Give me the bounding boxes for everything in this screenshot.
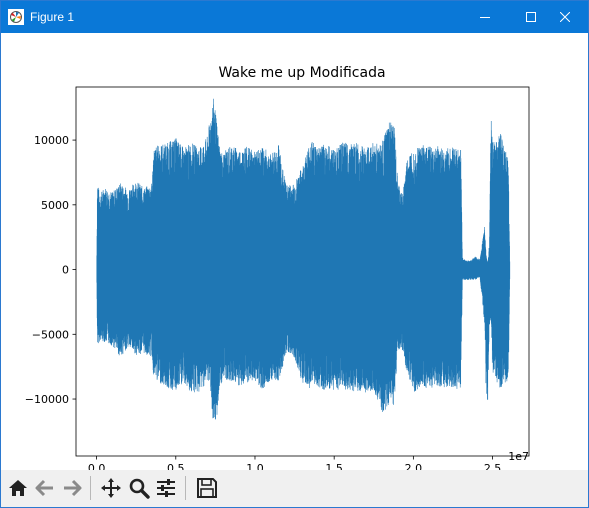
move-icon xyxy=(100,478,121,498)
waveform-line xyxy=(96,98,511,420)
zoom-button[interactable] xyxy=(125,474,152,502)
x-tick-label: 0.5 xyxy=(167,462,185,470)
magnifier-icon xyxy=(129,478,150,499)
x-tick-label: 2.5 xyxy=(484,462,502,470)
pan-button[interactable] xyxy=(97,474,124,502)
x-tick-label: 0.0 xyxy=(88,462,106,470)
close-icon xyxy=(560,12,570,22)
maximize-icon xyxy=(526,12,536,22)
matplotlib-icon xyxy=(8,9,24,25)
chart: Wake me up Modificada 0.0 0.5 1.0 1.5 2.0 2.5… xyxy=(25,65,530,470)
arrow-right-icon xyxy=(63,479,81,497)
forward-button[interactable] xyxy=(58,474,85,502)
close-button[interactable] xyxy=(542,1,588,33)
figure-canvas[interactable]: Wake me up Modificada 0.0 0.5 1.0 1.5 2.0 2.5… xyxy=(1,33,588,470)
home-button[interactable] xyxy=(4,474,31,502)
y-tick-label: 0 xyxy=(62,264,69,277)
x-tick-label: 1.0 xyxy=(246,462,264,470)
y-tick-label: −10000 xyxy=(25,393,69,406)
window-title: Figure 1 xyxy=(30,10,75,24)
y-tick-label: 5000 xyxy=(41,199,69,212)
navigation-toolbar xyxy=(1,470,588,507)
y-tick-label: 10000 xyxy=(34,134,69,147)
toolbar-separator xyxy=(185,476,186,500)
back-button[interactable] xyxy=(31,474,58,502)
minimize-icon xyxy=(480,17,490,18)
x-axis-offset-label: 1e7 xyxy=(508,450,529,463)
configure-subplots-button[interactable] xyxy=(152,474,179,502)
sliders-icon xyxy=(156,479,175,497)
x-tick-label: 1.5 xyxy=(325,462,343,470)
figure-window: Figure 1 Wake me up Modificada 0.0 0.5 1.0… xyxy=(0,0,589,508)
y-tick-label: −5000 xyxy=(32,328,69,341)
floppy-icon xyxy=(196,478,217,498)
x-tick-label: 2.0 xyxy=(405,462,423,470)
home-icon xyxy=(8,480,27,496)
title-bar[interactable]: Figure 1 xyxy=(1,1,588,33)
toolbar-separator xyxy=(90,476,91,500)
minimize-button[interactable] xyxy=(462,1,508,33)
chart-title: Wake me up Modificada xyxy=(218,65,385,81)
save-button[interactable] xyxy=(193,474,220,502)
arrow-left-icon xyxy=(35,479,53,497)
